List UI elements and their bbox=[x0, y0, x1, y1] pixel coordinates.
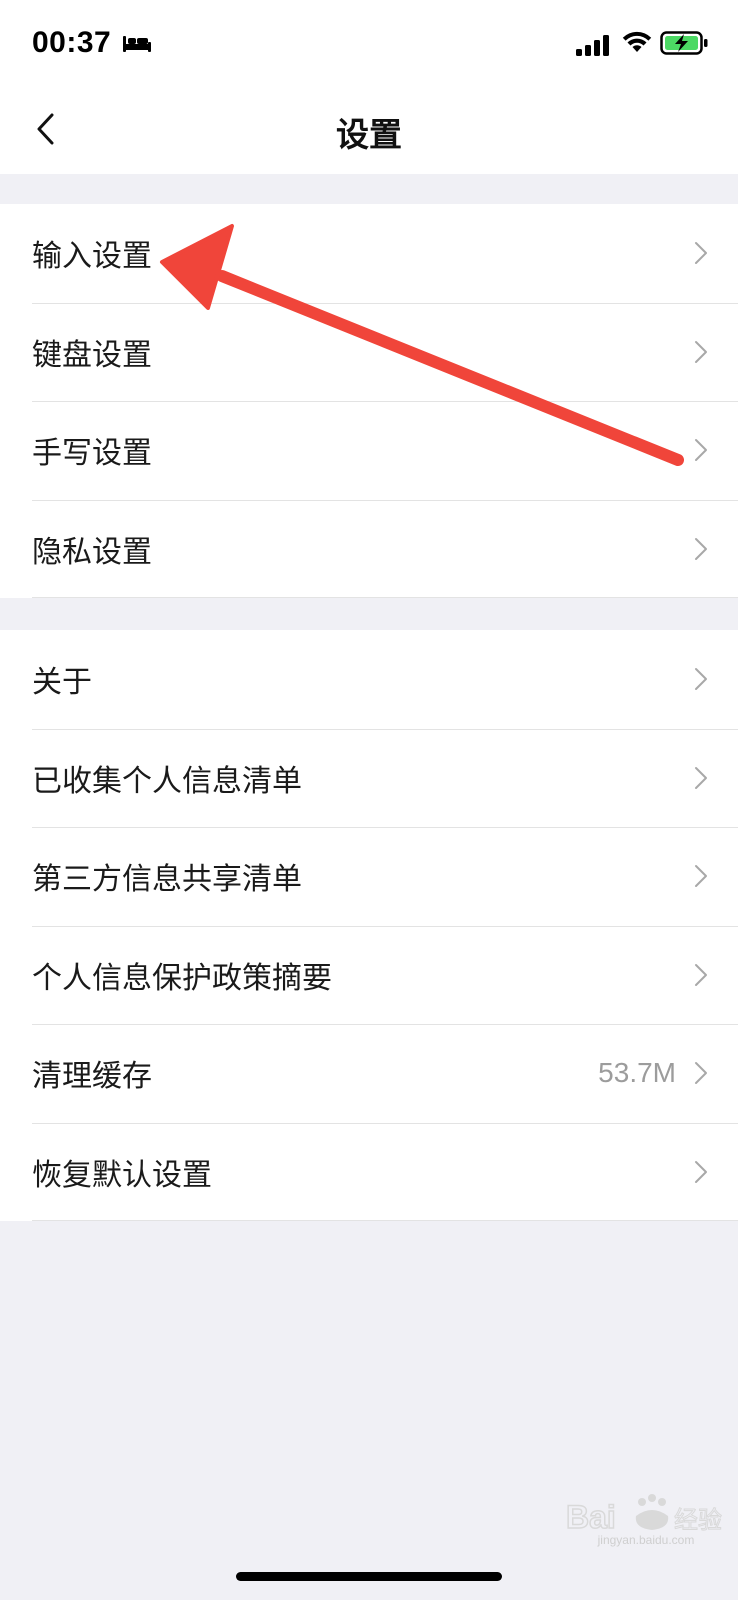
settings-group-info: 关于 已收集个人信息清单 第三方信息共享清单 个人信息保护政策摘要 清理缓存 5… bbox=[0, 630, 738, 1221]
settings-row-restore-defaults[interactable]: 恢复默认设置 bbox=[0, 1122, 738, 1222]
settings-row-handwriting[interactable]: 手写设置 bbox=[0, 401, 738, 500]
nav-bar: 设置 bbox=[0, 88, 738, 174]
home-indicator[interactable] bbox=[236, 1572, 502, 1581]
settings-row-about[interactable]: 关于 bbox=[0, 630, 738, 729]
chevron-right-icon bbox=[695, 865, 707, 888]
chevron-right-icon bbox=[695, 439, 707, 462]
battery-charging-icon bbox=[660, 31, 708, 55]
chevron-right-icon bbox=[695, 537, 707, 560]
row-label: 第三方信息共享清单 bbox=[32, 862, 302, 898]
cache-size-value: 53.7M bbox=[598, 1057, 676, 1089]
settings-row-keyboard[interactable]: 键盘设置 bbox=[0, 302, 738, 402]
wifi-icon bbox=[622, 31, 652, 52]
signal-icon bbox=[576, 35, 609, 56]
row-label: 手写设置 bbox=[32, 436, 152, 472]
chevron-right-icon bbox=[695, 766, 707, 789]
settings-row-input[interactable]: 输入设置 bbox=[0, 204, 738, 303]
row-label: 键盘设置 bbox=[32, 337, 152, 373]
chevron-right-icon bbox=[695, 1062, 707, 1085]
chevron-right-icon bbox=[695, 340, 707, 363]
row-label: 清理缓存 bbox=[32, 1059, 152, 1095]
settings-row-privacy-policy[interactable]: 个人信息保护政策摘要 bbox=[0, 925, 738, 1025]
status-time: 00:37 bbox=[32, 26, 112, 59]
chevron-right-icon bbox=[695, 242, 707, 265]
page-title: 设置 bbox=[336, 115, 402, 154]
chevron-right-icon bbox=[695, 963, 707, 986]
row-label: 隐私设置 bbox=[32, 534, 152, 570]
settings-row-third-party[interactable]: 第三方信息共享清单 bbox=[0, 827, 738, 926]
row-label: 恢复默认设置 bbox=[32, 1157, 212, 1193]
svg-text:经验: 经验 bbox=[674, 1506, 722, 1534]
status-bar: 00:37 bbox=[0, 0, 738, 88]
settings-row-clear-cache[interactable]: 清理缓存 53.7M bbox=[0, 1024, 738, 1123]
row-label: 已收集个人信息清单 bbox=[32, 763, 302, 799]
settings-group-input: 输入设置 键盘设置 手写设置 隐私设置 bbox=[0, 204, 738, 598]
chevron-right-icon bbox=[695, 668, 707, 691]
settings-row-collected-info[interactable]: 已收集个人信息清单 bbox=[0, 728, 738, 828]
row-label: 输入设置 bbox=[32, 239, 152, 275]
row-label: 个人信息保护政策摘要 bbox=[32, 960, 332, 996]
svg-text:Bai: Bai bbox=[566, 1499, 616, 1535]
row-label: 关于 bbox=[32, 665, 92, 701]
sleep-icon bbox=[123, 36, 151, 52]
settings-row-privacy[interactable]: 隐私设置 bbox=[0, 499, 738, 599]
watermark-url: jingyan.baidu.com bbox=[597, 1533, 695, 1547]
chevron-right-icon bbox=[695, 1160, 707, 1183]
